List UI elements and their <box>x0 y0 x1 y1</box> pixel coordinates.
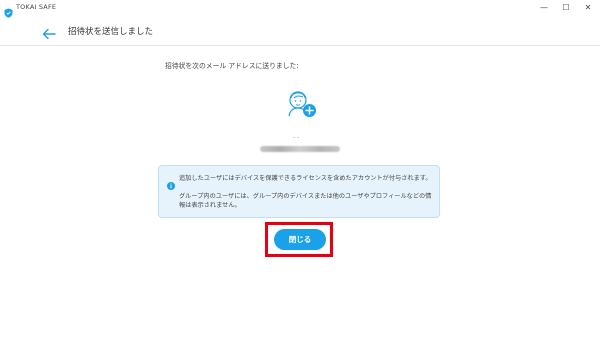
shield-logo-icon <box>4 3 13 18</box>
app-title: TOKAI SAFE <box>16 3 57 11</box>
maximize-button[interactable]: ☐ <box>558 2 574 14</box>
invitee-name: - - <box>293 134 300 141</box>
intro-text: 招待状を次のメール アドレスに送りました: <box>165 62 299 70</box>
notice-text-privacy: グループ内のユーザには、グループ内のデバイスまたは他のユーザやプロフィールなどの… <box>179 193 432 209</box>
minimize-button[interactable]: — <box>536 2 552 14</box>
back-button[interactable] <box>42 25 56 40</box>
arrow-left-icon <box>42 28 56 40</box>
info-notice: 追加したユーザにはデバイスを保護できるライセンスを含めたアカウントが付与されます… <box>158 165 440 218</box>
notice-text-license: 追加したユーザにはデバイスを保護できるライセンスを含めたアカウントが付与されます… <box>179 175 432 182</box>
close-button[interactable]: 閉じる <box>274 229 326 250</box>
user-add-icon <box>284 85 318 119</box>
header-divider <box>0 45 600 46</box>
info-icon <box>167 175 175 190</box>
page-header: 招待状を送信しました <box>0 18 600 44</box>
window-close-button[interactable]: ✕ <box>580 2 596 14</box>
title-bar: TOKAI SAFE — ☐ ✕ <box>0 0 600 18</box>
invitee-email-blurred <box>260 146 340 152</box>
page-title: 招待状を送信しました <box>68 27 154 37</box>
